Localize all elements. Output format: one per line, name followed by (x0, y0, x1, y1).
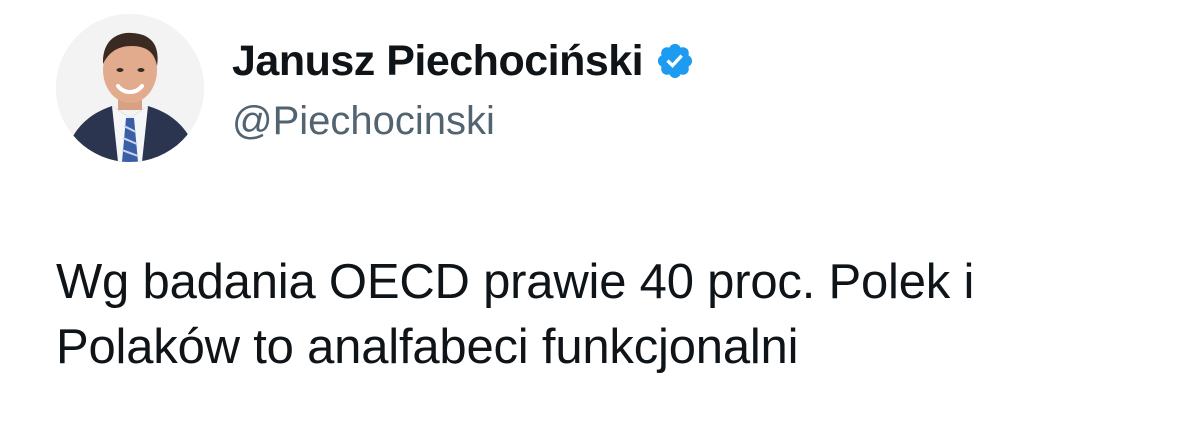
user-handle[interactable]: @Piechocinski (232, 96, 695, 146)
tweet-header: Janusz Piechociński @Piechocinski (56, 14, 695, 162)
name-row: Janusz Piechociński (232, 34, 695, 88)
tweet-card: Janusz Piechociński @Piechocinski Wg bad… (0, 0, 1179, 445)
tweet-text-line: Wg badania OECD prawie 40 proc. Polek i (56, 255, 975, 309)
tweet-text: Wg badania OECD prawie 40 proc. Polek i … (56, 250, 1156, 380)
avatar-photo (56, 14, 204, 162)
author-identity: Janusz Piechociński @Piechocinski (232, 34, 695, 146)
tweet-text-line: Polaków to analfabeci funkcjonalni (56, 320, 799, 374)
display-name[interactable]: Janusz Piechociński (232, 34, 644, 88)
avatar[interactable] (56, 14, 204, 162)
verified-badge-icon (655, 41, 695, 81)
